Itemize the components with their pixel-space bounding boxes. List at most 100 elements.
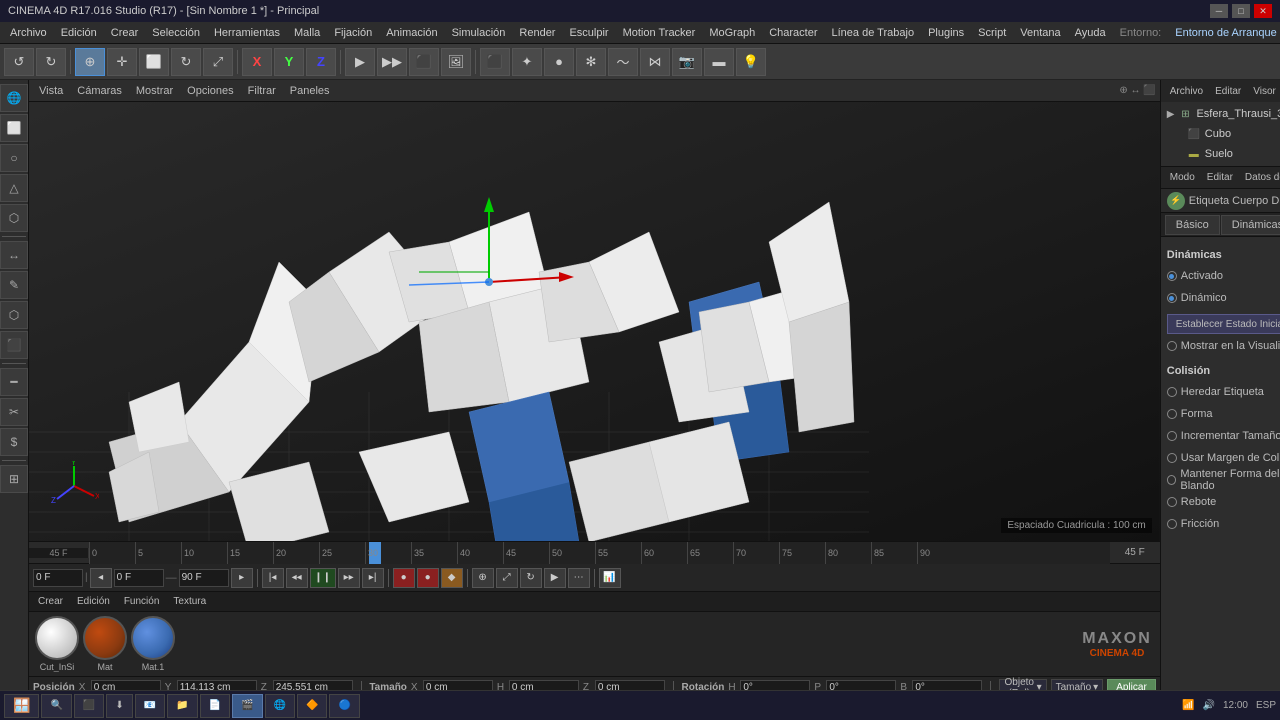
menu-seleccion[interactable]: Selección — [146, 25, 206, 41]
lt-btn-3[interactable]: ○ — [0, 144, 28, 172]
cube-tool[interactable]: ⬜ — [139, 48, 169, 76]
end-frame-input[interactable] — [179, 569, 229, 587]
z-axis-button[interactable]: Z — [306, 48, 336, 76]
play-back-button[interactable]: ◂◂ — [286, 568, 308, 588]
rebote-radio[interactable] — [1167, 497, 1177, 507]
sp-visor[interactable]: Visor — [1248, 85, 1280, 98]
move-tool[interactable]: ✛ — [107, 48, 137, 76]
menu-character[interactable]: Character — [763, 25, 823, 41]
go-start-button[interactable]: |◂ — [262, 568, 284, 588]
deformer-button[interactable]: ✻ — [576, 48, 606, 76]
tb-download[interactable]: ⬇ — [106, 694, 132, 718]
heredar-radio[interactable] — [1167, 387, 1177, 397]
tr-more[interactable]: ⋯ — [568, 568, 590, 588]
render-all[interactable]: ▶▶ — [377, 48, 407, 76]
friccion-radio[interactable] — [1167, 519, 1177, 529]
mat-item-1[interactable]: Cut_InSi — [35, 616, 79, 672]
menu-simulacion[interactable]: Simulación — [446, 25, 512, 41]
tr-scale[interactable]: ⤢ — [496, 568, 518, 588]
undo-button[interactable]: ↺ — [4, 48, 34, 76]
render-to-picture[interactable]: 🖼 — [441, 48, 471, 76]
pts-modo[interactable]: Modo — [1165, 171, 1200, 184]
tb-docs[interactable]: 📄 — [200, 694, 230, 718]
menu-malla[interactable]: Malla — [288, 25, 326, 41]
menu-plugins[interactable]: Plugins — [922, 25, 970, 41]
lt-btn-8[interactable]: ⬡ — [0, 301, 28, 329]
menu-script[interactable]: Script — [972, 25, 1012, 41]
cube-primitive[interactable]: ⬛ — [480, 48, 510, 76]
mat-textura[interactable]: Textura — [168, 595, 211, 608]
timeline-ruler[interactable]: 0 5 10 15 20 25 30 35 40 45 50 55 60 65 … — [89, 542, 1110, 564]
lt-btn-6[interactable]: ↔ — [0, 241, 28, 269]
scene-obj-esfera[interactable]: ▶ ⊞ Esfera_Thrausi_30 ✓ ◎ ✕ — [1163, 104, 1280, 124]
tb-email[interactable]: 📧 — [135, 694, 165, 718]
maximize-button[interactable]: □ — [1232, 4, 1250, 18]
camera-button[interactable]: 📷 — [672, 48, 702, 76]
tr-play[interactable]: ▶ — [544, 568, 566, 588]
incrementar-radio[interactable] — [1167, 431, 1177, 441]
forma-radio[interactable] — [1167, 409, 1177, 419]
render-preview[interactable]: ▶ — [345, 48, 375, 76]
lt-btn-1[interactable]: 🌐 — [0, 84, 28, 112]
go-end-button[interactable]: ▸| — [362, 568, 384, 588]
obj-expand-1[interactable]: ▶ — [1167, 109, 1175, 120]
menu-animacion[interactable]: Animación — [380, 25, 443, 41]
vt-mostrar[interactable]: Mostrar — [130, 84, 179, 98]
tb-app2[interactable]: 🔵 — [329, 694, 359, 718]
sp-archivo[interactable]: Archivo — [1165, 85, 1208, 98]
rotate-tool[interactable]: ↻ — [171, 48, 201, 76]
light-button[interactable]: ✦ — [512, 48, 542, 76]
tr-rot[interactable]: ↻ — [520, 568, 542, 588]
menu-render[interactable]: Render — [513, 25, 561, 41]
redo-button[interactable]: ↻ — [36, 48, 66, 76]
task-view[interactable]: ⬛ — [74, 694, 104, 718]
menu-linea[interactable]: Línea de Trabajo — [826, 25, 921, 41]
dinamico-radio[interactable] — [1167, 293, 1177, 303]
menu-ventana[interactable]: Ventana — [1014, 25, 1066, 41]
light-rig[interactable]: 💡 — [736, 48, 766, 76]
lt-btn-2[interactable]: ⬜ — [0, 114, 28, 142]
search-taskbar[interactable]: 🔍 — [41, 694, 71, 718]
mat-item-3[interactable]: Mat.1 — [131, 616, 175, 672]
menu-fijacion[interactable]: Fijación — [328, 25, 378, 41]
mat-crear[interactable]: Crear — [33, 595, 68, 608]
close-button[interactable]: ✕ — [1254, 4, 1272, 18]
current-frame-input[interactable] — [33, 569, 83, 587]
spline-button[interactable]: 〜 — [608, 48, 638, 76]
menu-ayuda[interactable]: Ayuda — [1069, 25, 1112, 41]
menu-herramientas[interactable]: Herramientas — [208, 25, 286, 41]
menu-archivo[interactable]: Archivo — [4, 25, 53, 41]
record-button[interactable]: ● — [393, 568, 415, 588]
viewport[interactable]: Perspectiva — [29, 102, 1160, 541]
scene-obj-cubo[interactable]: ⬛ Cubo ✓ ◎ — [1163, 124, 1280, 144]
menu-mograph[interactable]: MoGraph — [703, 25, 761, 41]
lt-btn-10[interactable]: ━ — [0, 368, 28, 396]
menu-edicion[interactable]: Edición — [55, 25, 103, 41]
lt-btn-12[interactable]: $ — [0, 428, 28, 456]
lt-btn-7[interactable]: ✎ — [0, 271, 28, 299]
minimize-button[interactable]: ─ — [1210, 4, 1228, 18]
mostrar-radio[interactable] — [1167, 341, 1177, 351]
x-axis-button[interactable]: X — [242, 48, 272, 76]
tab-basico[interactable]: Básico — [1165, 215, 1220, 235]
sp-editar[interactable]: Editar — [1210, 85, 1246, 98]
lt-btn-4[interactable]: △ — [0, 174, 28, 202]
menu-motion[interactable]: Motion Tracker — [617, 25, 702, 41]
scale-tool[interactable]: ⤢ — [203, 48, 233, 76]
scene-obj-suelo[interactable]: ▬ Suelo ✓ ◎ — [1163, 144, 1280, 164]
vt-paneles[interactable]: Paneles — [284, 84, 336, 98]
start-frame-input[interactable] — [114, 569, 164, 587]
mat-edicion[interactable]: Edición — [72, 595, 115, 608]
pts-datos[interactable]: Datos de Usuario — [1240, 171, 1280, 184]
tb-app1[interactable]: 🔶 — [297, 694, 327, 718]
start-button[interactable]: 🪟 — [4, 694, 39, 718]
menu-esculpir[interactable]: Esculpir — [563, 25, 614, 41]
nurbs-button[interactable]: ⋈ — [640, 48, 670, 76]
select-tool[interactable]: ⊕ — [75, 48, 105, 76]
play-forward-button[interactable]: ▸▸ — [338, 568, 360, 588]
vt-filtrar[interactable]: Filtrar — [242, 84, 282, 98]
floor-button[interactable]: ▬ — [704, 48, 734, 76]
mat-funcion[interactable]: Función — [119, 595, 165, 608]
object-button[interactable]: ● — [544, 48, 574, 76]
render-multi[interactable]: ⬛ — [409, 48, 439, 76]
